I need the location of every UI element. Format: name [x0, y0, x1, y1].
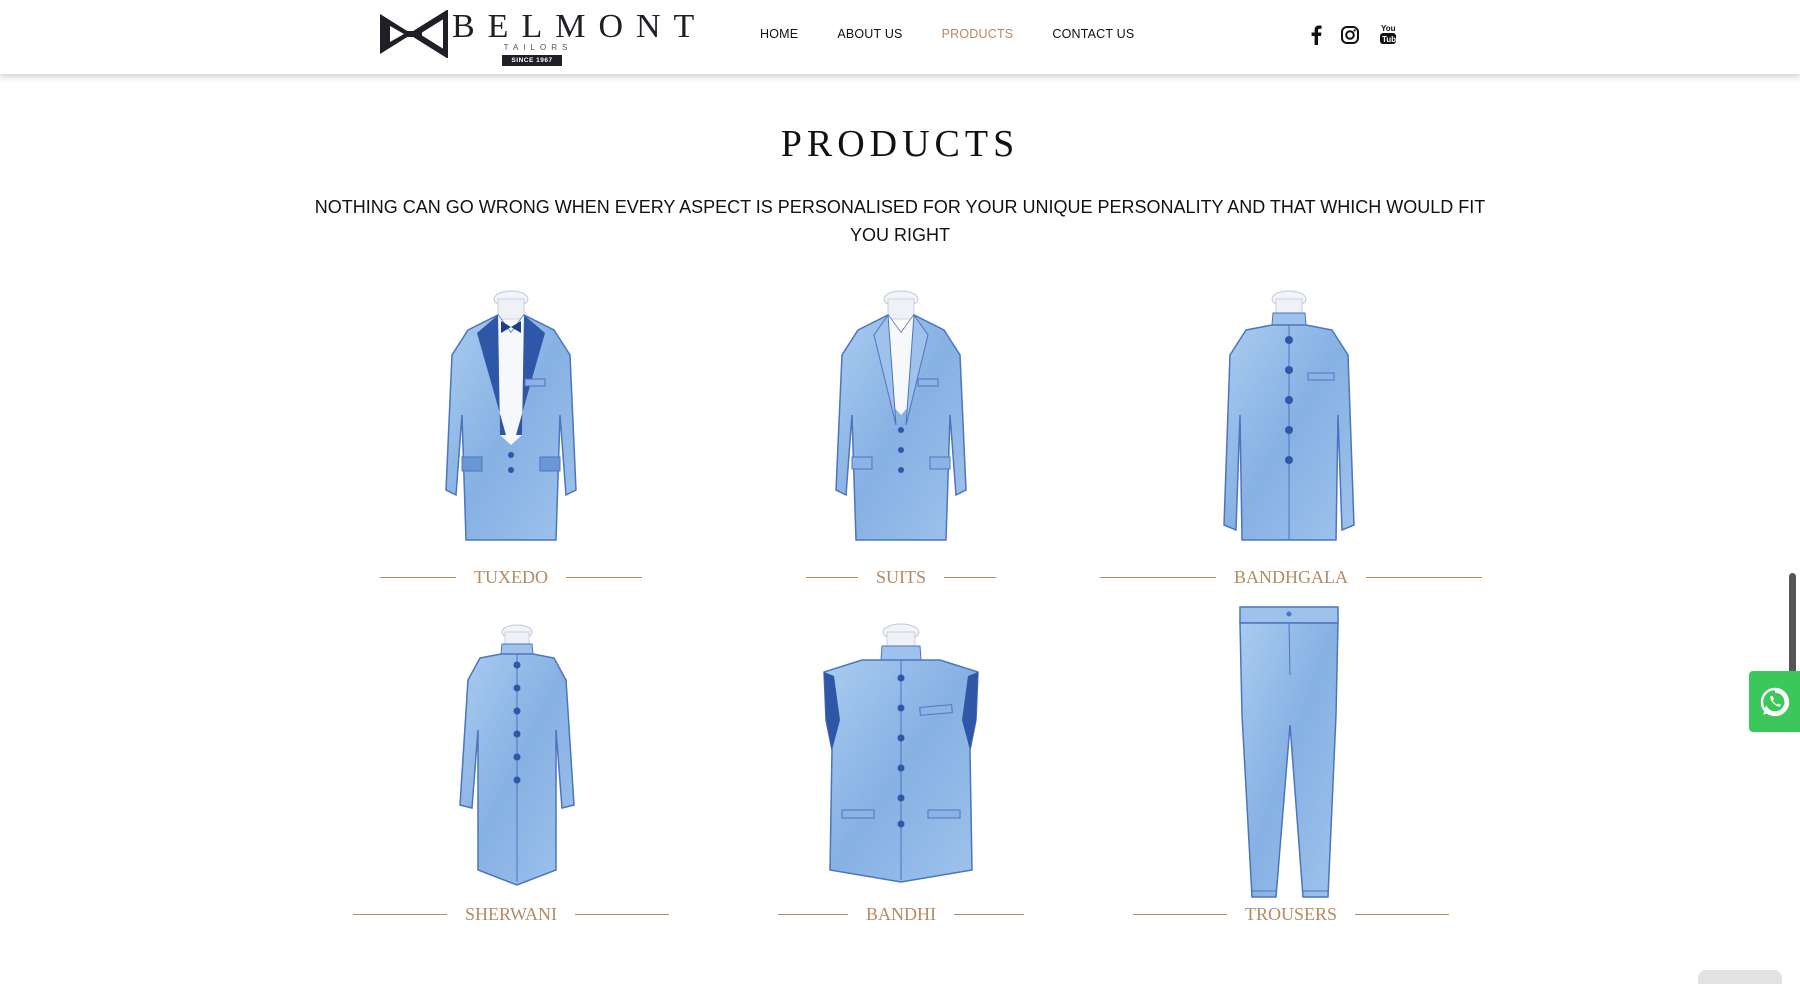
bandhgala-illustration: [1223, 290, 1355, 541]
nav-contact-us[interactable]: CONTACT US: [1052, 27, 1134, 41]
facebook-icon[interactable]: [1310, 25, 1322, 50]
main-nav: HOME ABOUT US PRODUCTS CONTACT US: [760, 27, 1173, 41]
nav-products[interactable]: PRODUCTS: [942, 27, 1014, 41]
page-subtitle: NOTHING CAN GO WRONG WHEN EVERY ASPECT I…: [314, 197, 1486, 245]
product-label-bandhi[interactable]: BANDHI: [848, 904, 954, 925]
product-card-suits[interactable]: SUITS: [770, 285, 1030, 595]
product-card-bandhgala[interactable]: BANDHGALA: [1100, 285, 1482, 595]
bottom-widget-tab[interactable]: [1698, 970, 1782, 984]
bandhi-illustration: [823, 623, 979, 883]
trousers-illustration: [1239, 606, 1339, 898]
product-card-tuxedo[interactable]: TUXEDO: [380, 285, 642, 595]
sherwani-illustration: [459, 624, 575, 886]
youtube-icon[interactable]: You Tube: [1378, 23, 1401, 52]
site-header: BELMONT TAILORS SINCE 1967 HOME ABOUT US…: [0, 0, 1800, 74]
product-label-tuxedo[interactable]: TUXEDO: [456, 567, 566, 588]
suit-illustration: [835, 290, 967, 541]
nav-home[interactable]: HOME: [760, 27, 798, 41]
page-title: PRODUCTS: [780, 123, 1020, 165]
svg-text:You: You: [1381, 24, 1396, 33]
instagram-icon[interactable]: [1340, 25, 1360, 50]
social-links: You Tube: [1310, 23, 1416, 52]
product-label-trousers[interactable]: TROUSERS: [1227, 904, 1355, 925]
brand-since: SINCE 1967: [502, 55, 562, 66]
whatsapp-icon: [1760, 687, 1789, 716]
nav-about-us[interactable]: ABOUT US: [837, 27, 902, 41]
product-card-bandhi[interactable]: BANDHI: [770, 620, 1030, 930]
svg-text:Tube: Tube: [1382, 35, 1398, 44]
brand-logo[interactable]: BELMONT TAILORS SINCE 1967: [378, 6, 694, 68]
brand-name: BELMONT: [452, 8, 708, 45]
brand-subtitle: TAILORS: [503, 43, 573, 52]
product-card-trousers[interactable]: TROUSERS: [1132, 605, 1450, 930]
whatsapp-button[interactable]: [1749, 671, 1800, 732]
product-label-sherwani[interactable]: SHERWANI: [447, 904, 575, 925]
page-scrollbar[interactable]: [1789, 573, 1796, 685]
bow-tie-logo-icon: [380, 10, 448, 58]
product-card-sherwani[interactable]: SHERWANI: [352, 620, 669, 930]
tuxedo-illustration: [445, 290, 577, 541]
product-label-bandhgala[interactable]: BANDHGALA: [1216, 567, 1366, 588]
product-label-suits[interactable]: SUITS: [858, 567, 944, 588]
